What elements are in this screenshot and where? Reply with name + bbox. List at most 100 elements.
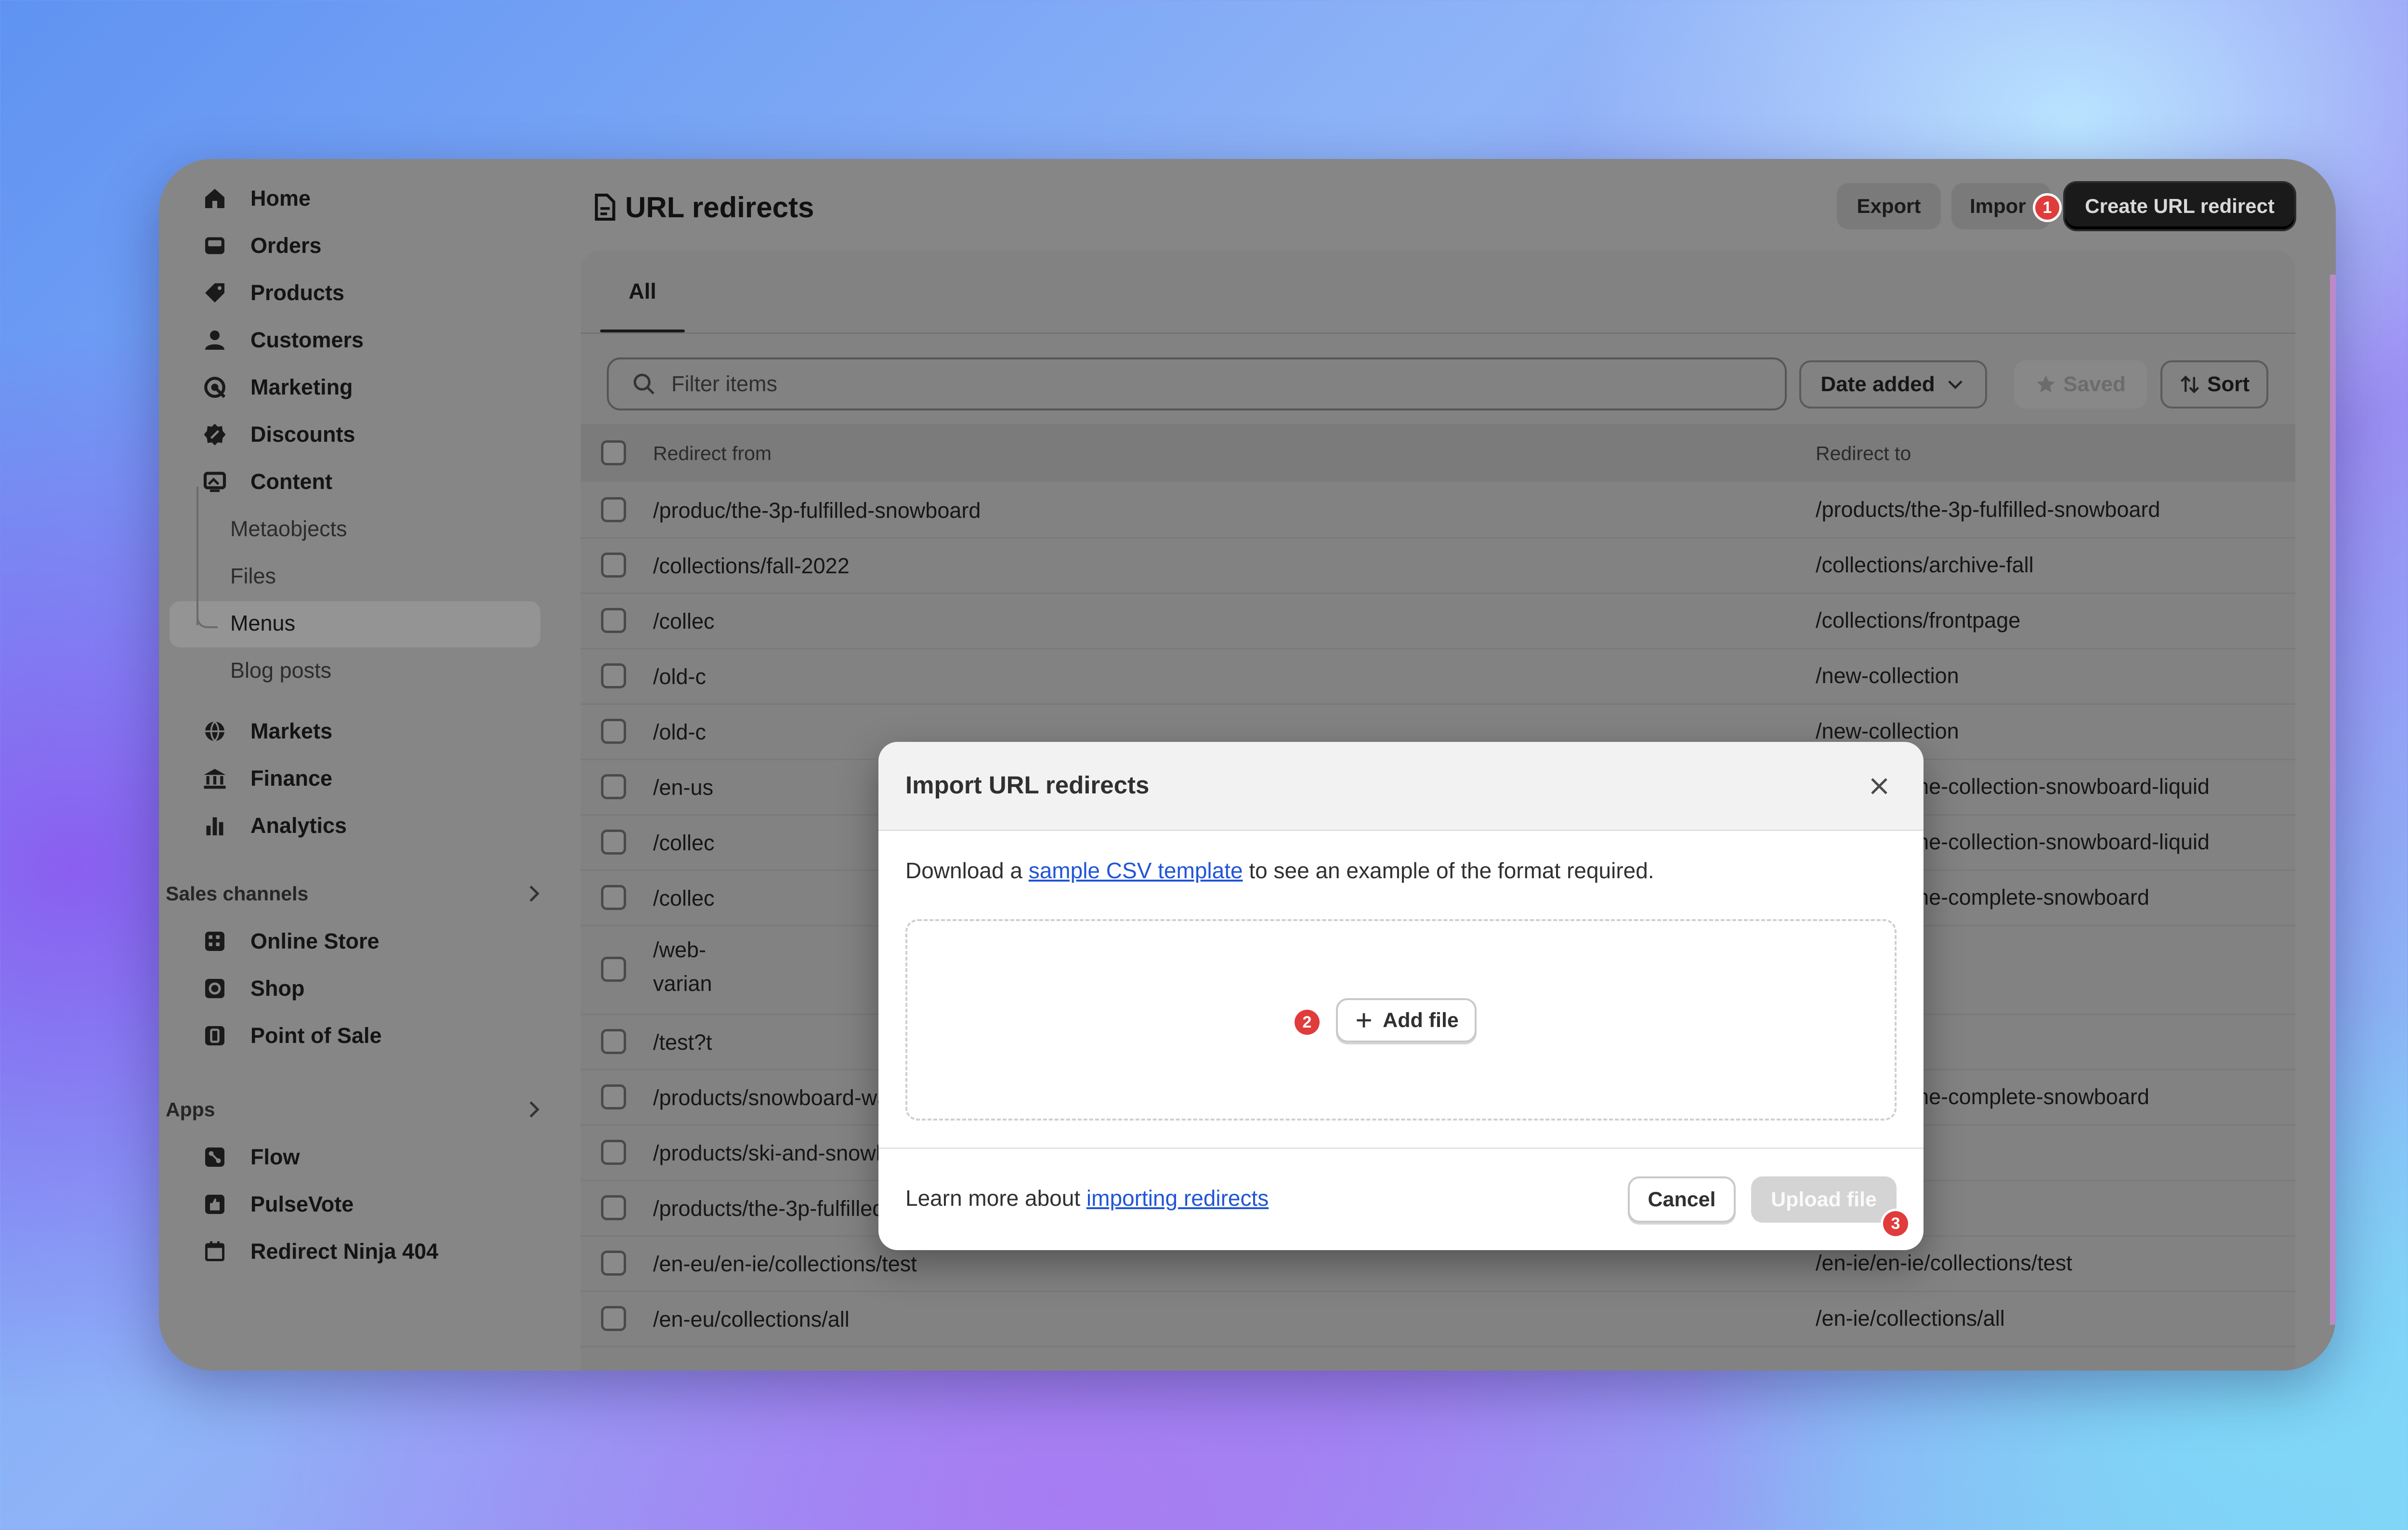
modal-header: Import URL redirects [878, 742, 1924, 831]
table-row[interactable]: /old-c/new-collection [581, 648, 2295, 705]
importing-redirects-link[interactable]: importing redirects [1086, 1186, 1269, 1211]
sidebar-item-blog-posts[interactable]: Blog posts [230, 650, 331, 691]
row-checkbox[interactable] [601, 497, 626, 522]
sidebar-item-customers[interactable]: Customers [188, 320, 364, 360]
redirect-to-cell: /collections/frontpage [1816, 607, 2021, 633]
table-row[interactable]: /en-eu/collections/all/en-ie/collections… [581, 1291, 2295, 1347]
close-icon [1871, 778, 1887, 794]
redirect-from-cell: /collec [653, 886, 715, 910]
sidebar-item-label: PulseVote [250, 1192, 354, 1216]
sidebar-item-marketing[interactable]: Marketing [188, 367, 353, 408]
sidebar-item-files[interactable]: Files [230, 556, 276, 596]
row-checkbox[interactable] [601, 607, 626, 633]
select-all-checkbox[interactable] [601, 440, 626, 465]
redirect-to-cell: /new-collection [1816, 663, 1959, 688]
sidebar-item-orders[interactable]: Orders [188, 225, 322, 266]
page-header: URL redirects [592, 188, 814, 226]
tab-all[interactable]: All [600, 251, 685, 332]
sort-button[interactable]: Sort [2160, 360, 2268, 409]
row-checkbox[interactable] [601, 1250, 626, 1276]
sort-label: Sort [2207, 372, 2250, 396]
step-badge-2: 2 [1295, 1010, 1320, 1035]
table-row[interactable]: /collec/collections/frontpage [581, 593, 2295, 649]
row-checkbox[interactable] [601, 1139, 626, 1165]
redirect-from-cell: /collections/fall-2022 [653, 554, 850, 578]
sidebar-item-flow[interactable]: Flow [188, 1137, 300, 1177]
sidebar-item-markets[interactable]: Markets [188, 711, 332, 752]
image-icon [201, 468, 228, 495]
cancel-button[interactable]: Cancel [1628, 1176, 1736, 1223]
modal-description: Download a sample CSV template to see an… [905, 857, 1654, 884]
flow-icon [201, 1144, 228, 1171]
sidebar-item-label: Content [250, 469, 332, 494]
row-checkbox[interactable] [601, 552, 626, 578]
row-checkbox[interactable] [601, 1195, 626, 1220]
row-checkbox[interactable] [601, 774, 626, 799]
filter-box[interactable] [607, 357, 1787, 410]
sidebar-item-online-store[interactable]: Online Store [188, 921, 380, 962]
sidebar-item-finance[interactable]: Finance [188, 758, 332, 799]
redirect-from-cell: /test?t [653, 1030, 712, 1055]
sales-channels-header[interactable]: Sales channels [166, 877, 546, 910]
sidebar-item-label: Analytics [250, 813, 347, 838]
sidebar-item-content[interactable]: Content [188, 462, 332, 502]
redirect-from-cell: /products/snowboard-wax [653, 1085, 900, 1110]
redirect-from-cell: /old-c [653, 720, 707, 744]
redirect-from-cell: /collec [653, 831, 715, 855]
column-header-redirect-to: Redirect to [1816, 442, 1911, 464]
file-dropzone[interactable]: 2 Add file [905, 919, 1897, 1121]
upload-file-button[interactable]: Upload file [1751, 1176, 1897, 1223]
row-checkbox[interactable] [601, 663, 626, 688]
sidebar-item-label: Redirect Ninja 404 [250, 1239, 439, 1264]
row-checkbox[interactable] [601, 884, 626, 910]
step-badge-1: 1 [2035, 196, 2059, 220]
saved-button[interactable]: Saved [2014, 360, 2147, 409]
sidebar-item-label: Flow [250, 1145, 300, 1169]
sidebar-item-label: Blog posts [230, 658, 332, 683]
table-row[interactable]: /collections/fall-2022/collections/archi… [581, 537, 2295, 594]
row-checkbox[interactable] [601, 957, 626, 982]
sidebar-item-label: Customers [250, 328, 364, 352]
sidebar-item-metaobjects[interactable]: Metaobjects [230, 509, 347, 549]
sidebar-item-label: Online Store [250, 929, 380, 953]
sidebar-item-discounts[interactable]: Discounts [188, 414, 355, 455]
apps-header[interactable]: Apps [166, 1093, 546, 1126]
sidebar-item-home[interactable]: Home [188, 178, 311, 219]
date-added-dropdown[interactable]: Date added [1799, 360, 1987, 409]
sidebar-item-label: Markets [250, 719, 333, 743]
tree-connector [196, 607, 218, 628]
bar-chart-icon [201, 812, 228, 839]
sidebar-item-point-of-sale[interactable]: Point of Sale [188, 1016, 382, 1056]
sidebar-item-label: Shop [250, 976, 305, 1001]
row-checkbox[interactable] [601, 1084, 626, 1109]
row-checkbox[interactable] [601, 1029, 626, 1054]
row-checkbox[interactable] [601, 829, 626, 855]
redirect-to-cell: /en-ie/collections/all [1816, 1306, 2005, 1331]
redirect-from-cell: /en-us [653, 775, 714, 800]
desc-text: Download a [905, 858, 1029, 883]
filter-input[interactable] [670, 371, 1732, 397]
sidebar-item-analytics[interactable]: Analytics [188, 805, 347, 846]
sidebar-item-label: Finance [250, 766, 333, 791]
sidebar-item-products[interactable]: Products [188, 273, 344, 313]
redirect-from-cell: /web- [653, 937, 707, 962]
add-file-button[interactable]: Add file [1336, 998, 1477, 1042]
sidebar-item-pulsevote[interactable]: PulseVote [188, 1184, 353, 1225]
redirect-from-cell-line2: varian [653, 971, 712, 996]
sidebar-item-menus[interactable]: Menus [230, 603, 295, 644]
export-button[interactable]: Export [1837, 183, 1941, 229]
close-button[interactable] [1862, 769, 1897, 804]
modal-footer-text: Learn more about importing redirects [905, 1185, 1269, 1211]
row-checkbox[interactable] [601, 1306, 626, 1331]
footer-text: Learn more about [905, 1186, 1086, 1211]
create-url-redirect-button[interactable]: Create URL redirect [2065, 183, 2294, 229]
sidebar-item-shop[interactable]: Shop [188, 968, 304, 1009]
sidebar-item-redirect-ninja[interactable]: Redirect Ninja 404 [188, 1231, 438, 1272]
saved-label: Saved [2063, 372, 2126, 396]
row-checkbox[interactable] [601, 718, 626, 744]
step-badge-3: 3 [1883, 1211, 1908, 1236]
sample-csv-link[interactable]: sample CSV template [1029, 858, 1243, 883]
table-row[interactable]: /produc/the-3p-fulfilled-snowboard/produ… [581, 482, 2295, 539]
chevron-right-icon [529, 1101, 540, 1118]
sidebar-item-label: Orders [250, 233, 322, 258]
